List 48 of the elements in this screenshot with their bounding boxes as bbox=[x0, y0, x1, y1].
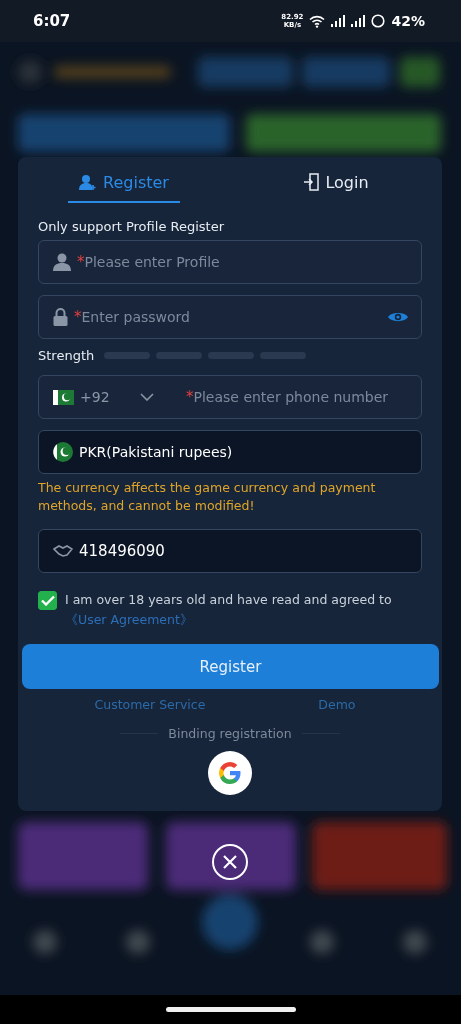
invite-code-field[interactable]: 418496090 bbox=[38, 529, 422, 573]
profile-input[interactable]: Please enter Profile bbox=[84, 254, 409, 270]
footer-link[interactable]: Demo bbox=[318, 697, 356, 712]
phone-input[interactable]: Please enter phone number bbox=[193, 389, 409, 405]
close-icon bbox=[223, 855, 237, 869]
blurred-nav-icon bbox=[310, 930, 334, 954]
eye-icon[interactable] bbox=[387, 310, 409, 324]
binding-label: Binding registration bbox=[168, 726, 292, 741]
strength-label: Strength bbox=[38, 348, 95, 363]
password-input[interactable]: Enter password bbox=[81, 309, 381, 325]
battery-level: 42% bbox=[391, 13, 425, 29]
phone-field[interactable]: +92 *Please enter phone number bbox=[38, 375, 422, 419]
currency-warning: The currency affects the game currency and payment methods, and cannot be modified! bbox=[38, 479, 377, 515]
currency-value: PKR(Pakistani rupees) bbox=[79, 444, 233, 460]
dialog-tab[interactable]: Register bbox=[18, 157, 230, 207]
close-button[interactable] bbox=[212, 844, 248, 880]
agreement-text: I am over 18 years old and have read and agreed to 《User Agreement》 bbox=[65, 591, 393, 629]
password-field[interactable]: *Enter password bbox=[38, 295, 422, 339]
required-mark: * bbox=[186, 388, 194, 406]
country-code: +92 bbox=[80, 389, 111, 405]
lock-icon bbox=[53, 308, 68, 326]
chevron-down-icon[interactable] bbox=[140, 393, 154, 401]
blurred-nav-icon bbox=[33, 930, 57, 954]
blurred-nav-icon bbox=[403, 930, 427, 954]
door-exit-icon bbox=[303, 173, 320, 191]
dialog-tab[interactable]: Login bbox=[230, 157, 442, 207]
invite-code-input[interactable]: 418496090 bbox=[79, 542, 409, 560]
flag-icon bbox=[53, 389, 74, 405]
agreement-checkbox[interactable] bbox=[38, 591, 57, 610]
battery-ring-icon bbox=[371, 14, 386, 28]
blurred-nav-icon bbox=[126, 930, 150, 954]
register-button[interactable]: Register bbox=[22, 644, 439, 689]
google-g-icon bbox=[217, 760, 243, 786]
required-mark: * bbox=[74, 308, 82, 326]
user-icon bbox=[53, 253, 71, 271]
status-time: 6:07 bbox=[33, 12, 71, 30]
user-add-icon bbox=[79, 173, 98, 191]
footer-link[interactable]: Customer Service bbox=[94, 697, 206, 712]
blurred-avatar bbox=[18, 60, 42, 84]
signal-icon bbox=[351, 15, 366, 27]
google-login-button[interactable] bbox=[208, 751, 252, 795]
flag-icon bbox=[53, 442, 73, 462]
profile-field[interactable]: *Please enter Profile bbox=[38, 240, 422, 284]
user-agreement-link[interactable]: 《User Agreement》 bbox=[65, 612, 193, 627]
required-mark: * bbox=[77, 253, 85, 271]
signal-icon bbox=[331, 15, 346, 27]
wifi-icon bbox=[309, 14, 326, 28]
register-note: Only support Profile Register bbox=[38, 219, 226, 234]
